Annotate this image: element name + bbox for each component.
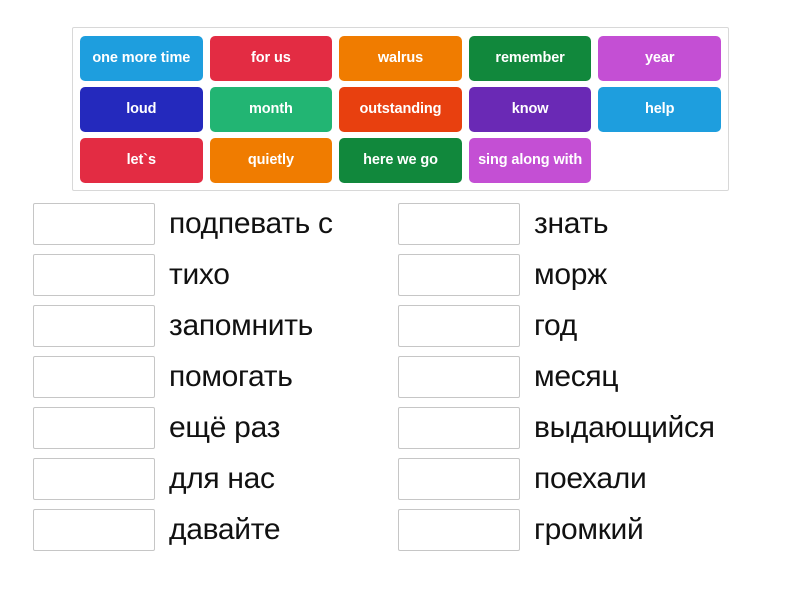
- word-tile[interactable]: for us: [209, 36, 333, 81]
- word-bank-row: loud month outstanding know help: [80, 87, 721, 132]
- word-tile[interactable]: know: [468, 87, 592, 132]
- word-tile[interactable]: help: [598, 87, 721, 132]
- word-tile[interactable]: here we go: [339, 138, 462, 183]
- word-tile[interactable]: month: [209, 87, 333, 132]
- word-tile[interactable]: loud: [80, 87, 203, 132]
- answer-row: громкий: [398, 504, 800, 555]
- word-bank-row: one more time for us walrus remember yea…: [80, 36, 721, 81]
- answer-label: знать: [534, 206, 609, 240]
- drop-box[interactable]: [398, 355, 520, 398]
- word-tile[interactable]: quietly: [209, 138, 333, 183]
- answer-row: выдающийся: [398, 402, 800, 453]
- drop-box[interactable]: [398, 406, 520, 449]
- drop-box[interactable]: [398, 457, 520, 500]
- word-bank-container: one more time for us walrus remember yea…: [72, 27, 729, 191]
- word-tile[interactable]: sing along with: [468, 138, 592, 183]
- word-tile[interactable]: let`s: [80, 138, 203, 183]
- word-tile[interactable]: year: [598, 36, 721, 81]
- answer-row: год: [398, 300, 800, 351]
- answer-row: месяц: [398, 351, 800, 402]
- answer-row: знать: [398, 198, 800, 249]
- word-tile[interactable]: outstanding: [339, 87, 462, 132]
- answer-label: громкий: [534, 512, 644, 546]
- word-tile[interactable]: remember: [468, 36, 592, 81]
- word-bank-row: let`s quietly here we go sing along with: [80, 138, 721, 183]
- word-tile[interactable]: walrus: [339, 36, 462, 81]
- matching-exercise-page: one more time for us walrus remember yea…: [0, 0, 800, 600]
- answer-row: морж: [398, 249, 800, 300]
- answer-label: поехали: [534, 461, 647, 495]
- drop-box[interactable]: [398, 253, 520, 296]
- word-tile[interactable]: one more time: [80, 36, 203, 81]
- answer-label: морж: [534, 257, 607, 291]
- answer-row: поехали: [398, 453, 800, 504]
- drop-box[interactable]: [398, 202, 520, 245]
- answer-column-right: знать морж год месяц выдающийся поехали: [0, 198, 800, 555]
- answers-area: подпевать с тихо запомнить помогать ещё …: [0, 198, 800, 555]
- word-tile-empty-slot: [598, 138, 721, 183]
- answer-label: год: [534, 308, 577, 342]
- answer-label: месяц: [534, 359, 619, 393]
- drop-box[interactable]: [398, 304, 520, 347]
- drop-box[interactable]: [398, 508, 520, 551]
- answer-label: выдающийся: [534, 410, 715, 444]
